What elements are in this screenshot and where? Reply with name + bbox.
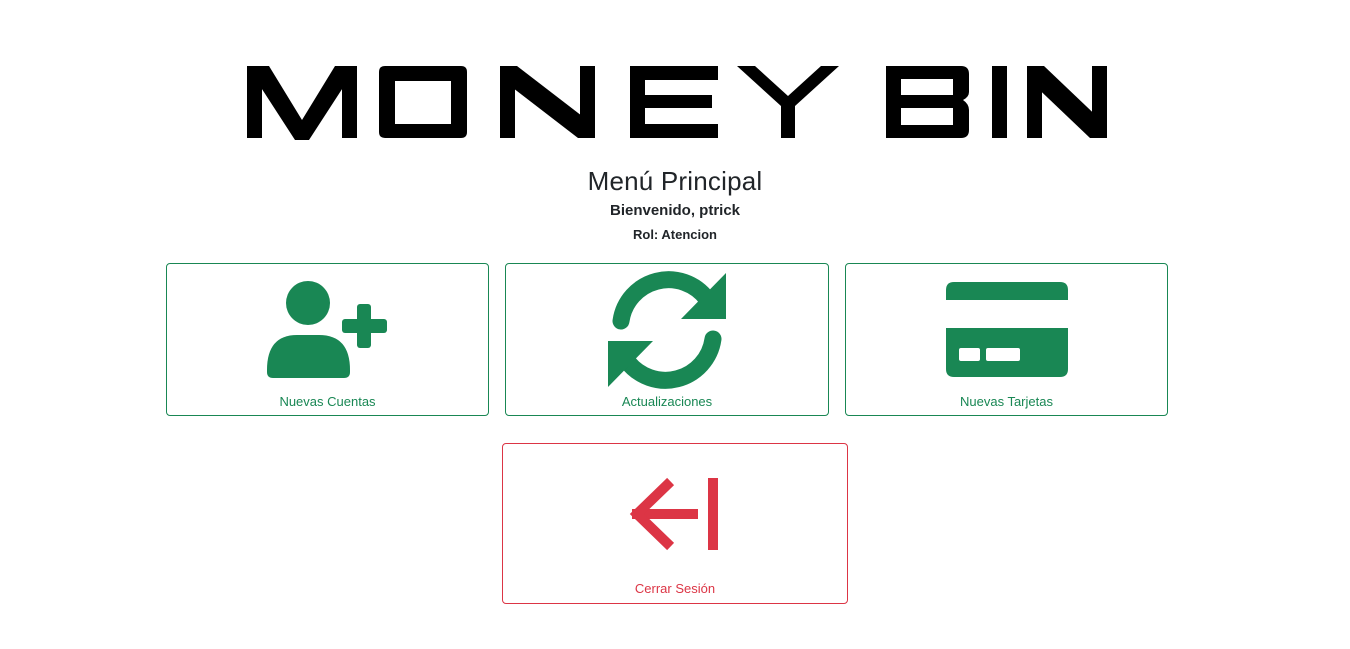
cerrar-sesion-button[interactable]: Cerrar Sesión	[502, 443, 848, 604]
nuevas-cuentas-label: Nuevas Cuentas	[279, 394, 376, 409]
money-bin-logo	[245, 64, 1109, 140]
main-menu-page: Menú Principal Bienvenido, ptrick Rol: A…	[0, 0, 1350, 649]
user-role: Rol: Atencion	[632, 227, 717, 242]
actualizaciones-button[interactable]: Actualizaciones	[505, 263, 829, 416]
nuevas-cuentas-button[interactable]: Nuevas Cuentas	[166, 263, 489, 416]
actualizaciones-label: Actualizaciones	[621, 394, 713, 409]
welcome-message: Bienvenido, ptrick	[609, 202, 741, 219]
credit-card-icon	[945, 282, 1068, 378]
person-plus-icon	[266, 280, 389, 378]
nuevas-tarjetas-button[interactable]: Nuevas Tarjetas	[845, 263, 1168, 416]
cerrar-sesion-label: Cerrar Sesión	[634, 581, 716, 596]
logout-arrow-icon	[629, 477, 721, 551]
page-title: Menú Principal	[587, 166, 763, 196]
nuevas-tarjetas-label: Nuevas Tarjetas	[960, 394, 1053, 409]
refresh-icon	[607, 271, 727, 389]
